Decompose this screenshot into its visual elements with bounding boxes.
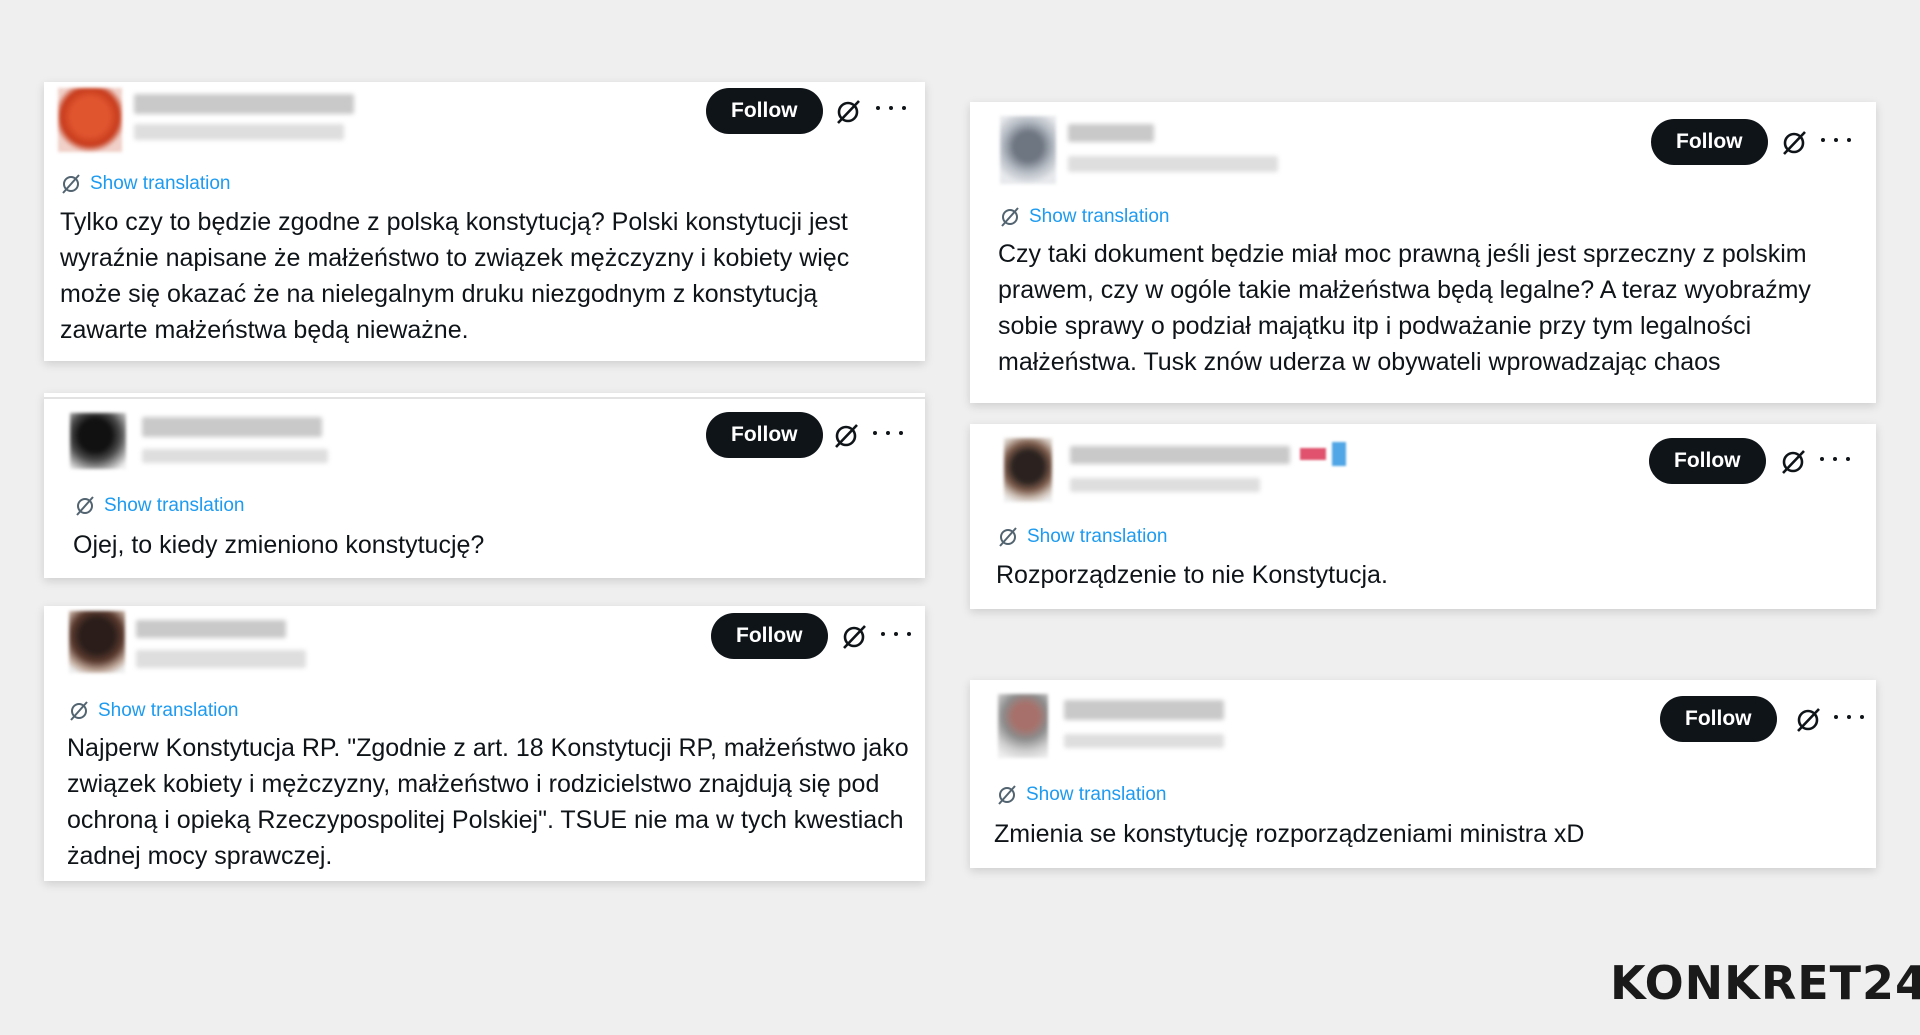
more-options-icon[interactable] xyxy=(881,627,911,641)
post-card: Follow Show translation Tylko czy to będ… xyxy=(44,82,925,361)
translate-icon xyxy=(70,701,88,721)
post-text: Czy taki dokument będzie miał moc prawną… xyxy=(998,240,1811,376)
post-text: Ojej, to kiedy zmieniono konstytucję? xyxy=(73,531,485,559)
grok-icon[interactable] xyxy=(840,623,868,651)
grok-icon[interactable] xyxy=(834,98,862,126)
avatar[interactable] xyxy=(998,694,1048,758)
show-translation-link[interactable]: Show translation xyxy=(997,526,1167,548)
emoji-redacted xyxy=(1300,448,1326,460)
user-name-redacted[interactable] xyxy=(142,417,322,437)
avatar[interactable] xyxy=(1004,438,1052,502)
more-options-icon[interactable] xyxy=(1820,452,1850,466)
more-options-icon[interactable] xyxy=(876,101,906,115)
post-text: Zmienia se konstytucję rozporządzeniami … xyxy=(994,820,1585,848)
user-handle-redacted xyxy=(1070,478,1260,492)
grok-icon[interactable] xyxy=(832,422,860,450)
more-options-icon[interactable] xyxy=(873,426,903,440)
user-name-redacted[interactable] xyxy=(1068,124,1154,142)
grok-icon[interactable] xyxy=(1779,448,1807,476)
show-translation-link[interactable]: Show translation xyxy=(68,700,238,722)
avatar[interactable] xyxy=(58,88,122,152)
show-translation-link[interactable]: Show translation xyxy=(74,495,244,517)
translate-icon xyxy=(998,785,1016,805)
user-handle-redacted xyxy=(136,650,306,668)
grok-icon[interactable] xyxy=(1780,129,1808,157)
post-text: Najperw Konstytucja RP. "Zgodnie z art. … xyxy=(67,734,909,870)
show-translation-link[interactable]: Show translation xyxy=(999,206,1169,228)
show-translation-label: Show translation xyxy=(90,173,231,194)
show-translation-label: Show translation xyxy=(1029,206,1170,227)
follow-button[interactable]: Follow xyxy=(1651,119,1768,165)
divider xyxy=(44,397,925,399)
emoji-redacted xyxy=(1332,442,1346,466)
post-text: Tylko czy to będzie zgodne z polską kons… xyxy=(60,208,850,344)
post-card: Follow Show translation Najperw Konstytu… xyxy=(44,606,925,881)
avatar[interactable] xyxy=(69,611,125,673)
follow-button[interactable]: Follow xyxy=(711,613,828,659)
post-card: Follow Show translation Zmienia se konst… xyxy=(970,680,1876,868)
translate-icon xyxy=(999,527,1017,547)
avatar[interactable] xyxy=(1000,116,1056,184)
post-card: Follow Show translation Ojej, to kiedy z… xyxy=(44,393,925,578)
show-translation-label: Show translation xyxy=(104,495,245,516)
user-handle-redacted xyxy=(142,449,328,463)
user-name-redacted[interactable] xyxy=(1070,446,1290,464)
user-handle-redacted xyxy=(1068,156,1278,172)
show-translation-link[interactable]: Show translation xyxy=(60,173,230,195)
follow-button[interactable]: Follow xyxy=(1649,438,1766,484)
show-translation-label: Show translation xyxy=(1026,784,1167,805)
brand-logo: KONKRET24 xyxy=(1610,956,1920,1010)
avatar[interactable] xyxy=(70,413,126,469)
follow-button[interactable]: Follow xyxy=(706,412,823,458)
user-handle-redacted xyxy=(134,124,344,140)
post-text: Rozporządzenie to nie Konstytucja. xyxy=(996,561,1388,589)
translate-icon xyxy=(62,174,80,194)
show-translation-link[interactable]: Show translation xyxy=(996,784,1166,806)
follow-button[interactable]: Follow xyxy=(1660,696,1777,742)
show-translation-label: Show translation xyxy=(98,700,239,721)
user-handle-redacted xyxy=(1064,734,1224,748)
more-options-icon[interactable] xyxy=(1821,133,1851,147)
translate-icon xyxy=(1001,207,1019,227)
post-card: Follow Show translation Czy taki dokumen… xyxy=(970,102,1876,403)
user-name-redacted[interactable] xyxy=(136,620,286,638)
more-options-icon[interactable] xyxy=(1834,710,1864,724)
translate-icon xyxy=(76,496,94,516)
show-translation-label: Show translation xyxy=(1027,526,1168,547)
user-name-redacted[interactable] xyxy=(1064,700,1224,720)
user-name-redacted[interactable] xyxy=(134,94,354,114)
follow-button[interactable]: Follow xyxy=(706,88,823,134)
post-card: Follow Show translation Rozporządzenie t… xyxy=(970,424,1876,609)
grok-icon[interactable] xyxy=(1794,706,1822,734)
